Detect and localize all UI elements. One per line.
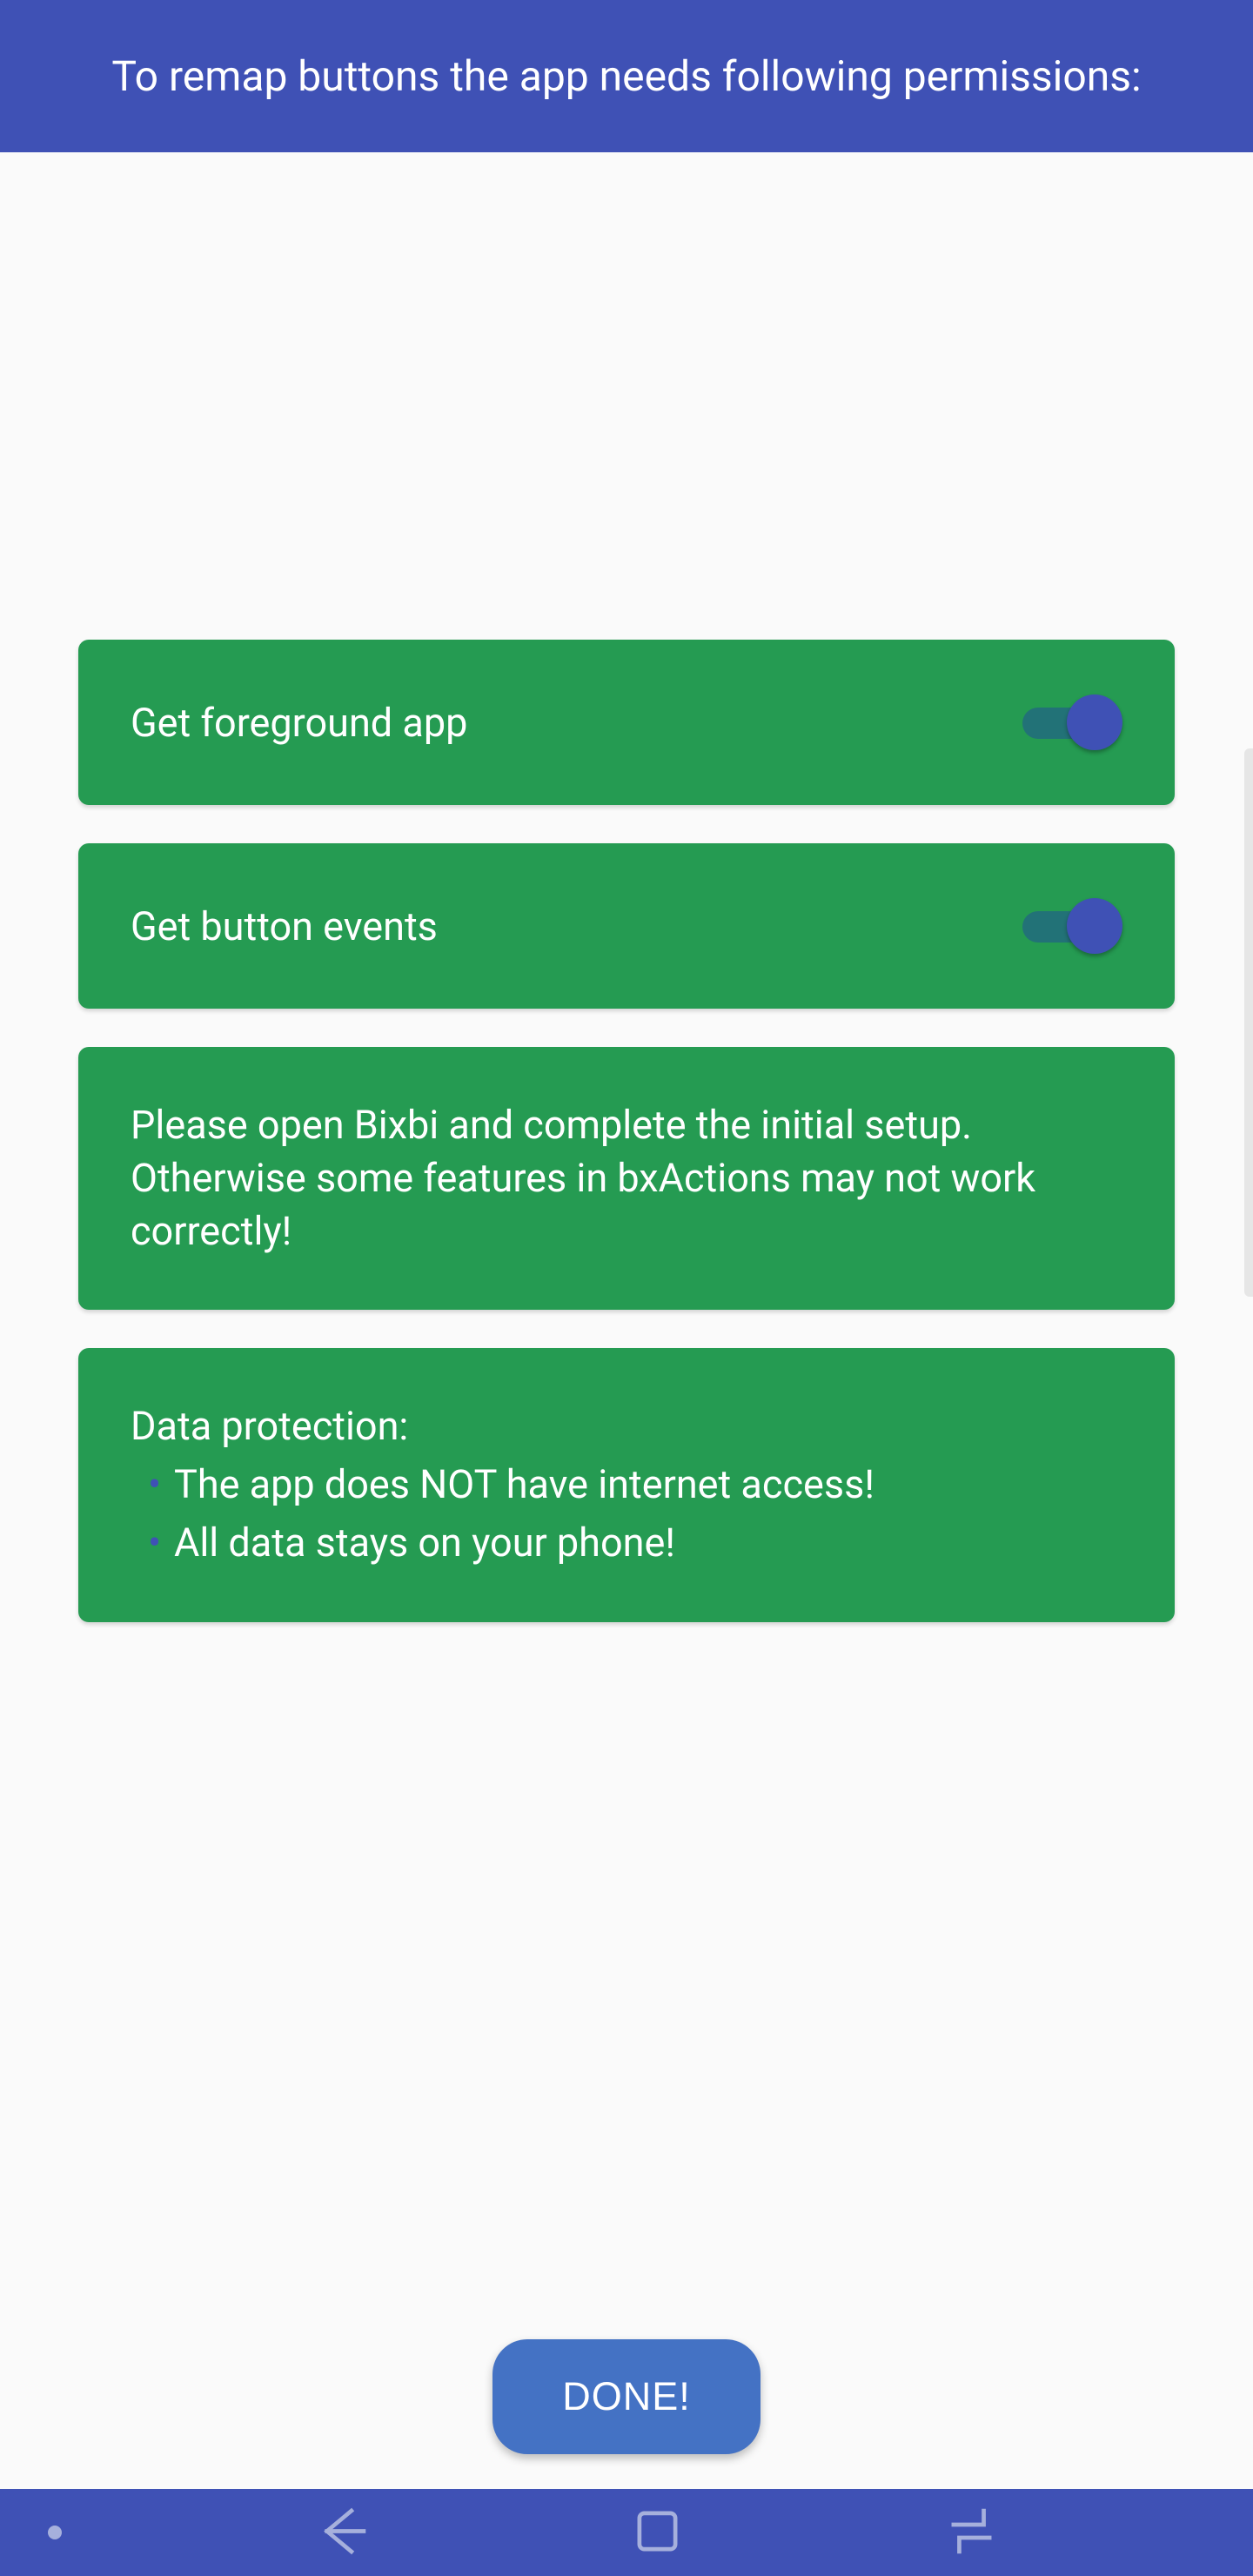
switch-thumb xyxy=(1067,898,1122,954)
switch-thumb xyxy=(1067,694,1122,750)
recents-icon[interactable] xyxy=(625,2499,690,2567)
system-navbar xyxy=(0,2489,1253,2576)
data-protection-title: Data protection: xyxy=(131,1400,1122,1453)
setup-notice-text: Please open Bixbi and complete the initi… xyxy=(131,1102,1035,1254)
done-button-container: DONE! xyxy=(0,2339,1253,2454)
nav-indicator-dot xyxy=(48,2526,62,2539)
list-item: The app does NOT have internet access! xyxy=(148,1459,1122,1512)
switch-apps-icon[interactable] xyxy=(939,2499,1004,2567)
data-protection-card: Data protection: The app does NOT have i… xyxy=(78,1348,1175,1621)
permission-label: Get button events xyxy=(131,903,438,949)
app-header: To remap buttons the app needs following… xyxy=(0,0,1253,152)
content-area: Get foreground app Get button events Ple… xyxy=(0,152,1253,1622)
data-protection-list: The app does NOT have internet access! A… xyxy=(131,1459,1122,1570)
list-item: All data stays on your phone! xyxy=(148,1517,1122,1570)
header-title: To remap buttons the app needs following… xyxy=(111,51,1141,101)
permission-toggle-button-events[interactable] xyxy=(1022,896,1122,956)
permission-label: Get foreground app xyxy=(131,700,467,746)
setup-notice-card: Please open Bixbi and complete the initi… xyxy=(78,1047,1175,1310)
back-icon[interactable] xyxy=(311,2499,376,2567)
done-button[interactable]: DONE! xyxy=(492,2339,761,2454)
permission-card-button-events[interactable]: Get button events xyxy=(78,843,1175,1009)
permission-toggle-foreground[interactable] xyxy=(1022,692,1122,753)
scroll-indicator[interactable] xyxy=(1244,748,1253,1297)
permission-card-foreground[interactable]: Get foreground app xyxy=(78,640,1175,805)
